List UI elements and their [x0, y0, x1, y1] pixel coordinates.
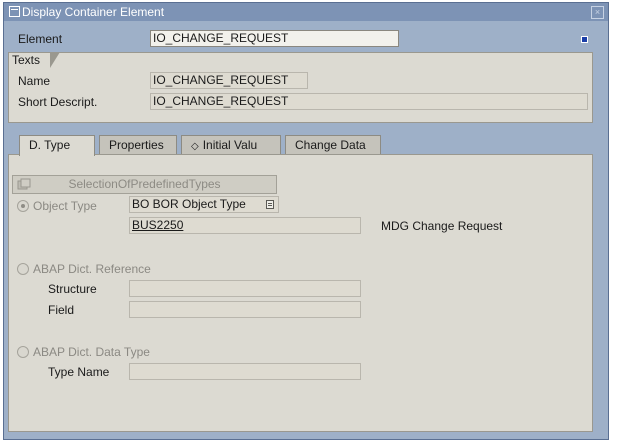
field-label: Field	[48, 303, 75, 317]
status-indicator-icon	[581, 36, 588, 43]
structure-field[interactable]	[129, 280, 361, 297]
tab-label: Change Data	[295, 138, 366, 152]
type-name-label: Type Name	[48, 365, 110, 379]
diamond-icon: ◇	[191, 141, 199, 152]
radio-icon	[17, 263, 29, 275]
short-description-label: Short Descript.	[18, 95, 98, 109]
dropdown-icon[interactable]	[266, 200, 274, 209]
element-field[interactable]: IO_CHANGE_REQUEST	[150, 30, 399, 47]
object-type-value: BO BOR Object Type	[132, 197, 246, 211]
title-bar[interactable]: Display Container Element ×	[4, 3, 608, 21]
object-type-radio[interactable]: Object Type	[17, 199, 97, 213]
tab-d-type[interactable]: D. Type	[19, 135, 95, 156]
object-id-link[interactable]: BUS2250	[132, 218, 183, 232]
abap-dict-data-type-radio[interactable]: ABAP Dict. Data Type	[17, 345, 150, 359]
name-field[interactable]: IO_CHANGE_REQUEST	[150, 72, 308, 89]
abap-dict-reference-radio[interactable]: ABAP Dict. Reference	[17, 262, 151, 276]
name-label: Name	[18, 74, 51, 88]
texts-group-label: Texts	[8, 52, 60, 68]
tab-initial-value[interactable]: ◇ Initial Valu	[181, 135, 281, 154]
object-description: MDG Change Request	[381, 219, 503, 233]
close-icon[interactable]: ×	[591, 6, 604, 19]
radio-icon	[17, 346, 29, 358]
tab-properties[interactable]: Properties	[99, 135, 177, 154]
abap-dict-data-type-label: ABAP Dict. Data Type	[33, 345, 150, 359]
field-field[interactable]	[129, 301, 361, 318]
tab-label: Initial Valu	[202, 138, 258, 152]
selection-predefined-types-button[interactable]: SelectionOfPredefinedTypes	[12, 175, 277, 194]
abap-dict-reference-label: ABAP Dict. Reference	[33, 262, 151, 276]
element-label: Element	[18, 32, 63, 46]
window-title: Display Container Element	[22, 5, 165, 19]
object-type-select[interactable]: BO BOR Object Type	[129, 196, 279, 213]
tab-change-data[interactable]: Change Data	[285, 135, 381, 154]
selection-icon	[17, 178, 31, 190]
tab-label: D. Type	[29, 138, 71, 152]
object-id-field[interactable]: BUS2250	[129, 217, 361, 234]
radio-selected-icon	[17, 200, 29, 212]
type-name-field[interactable]	[129, 363, 361, 380]
tab-label: Properties	[109, 138, 164, 152]
short-description-field[interactable]: IO_CHANGE_REQUEST	[150, 93, 588, 110]
window-icon	[9, 6, 20, 17]
selection-button-label: SelectionOfPredefinedTypes	[68, 177, 221, 191]
structure-label: Structure	[48, 282, 97, 296]
object-type-label: Object Type	[33, 199, 97, 213]
